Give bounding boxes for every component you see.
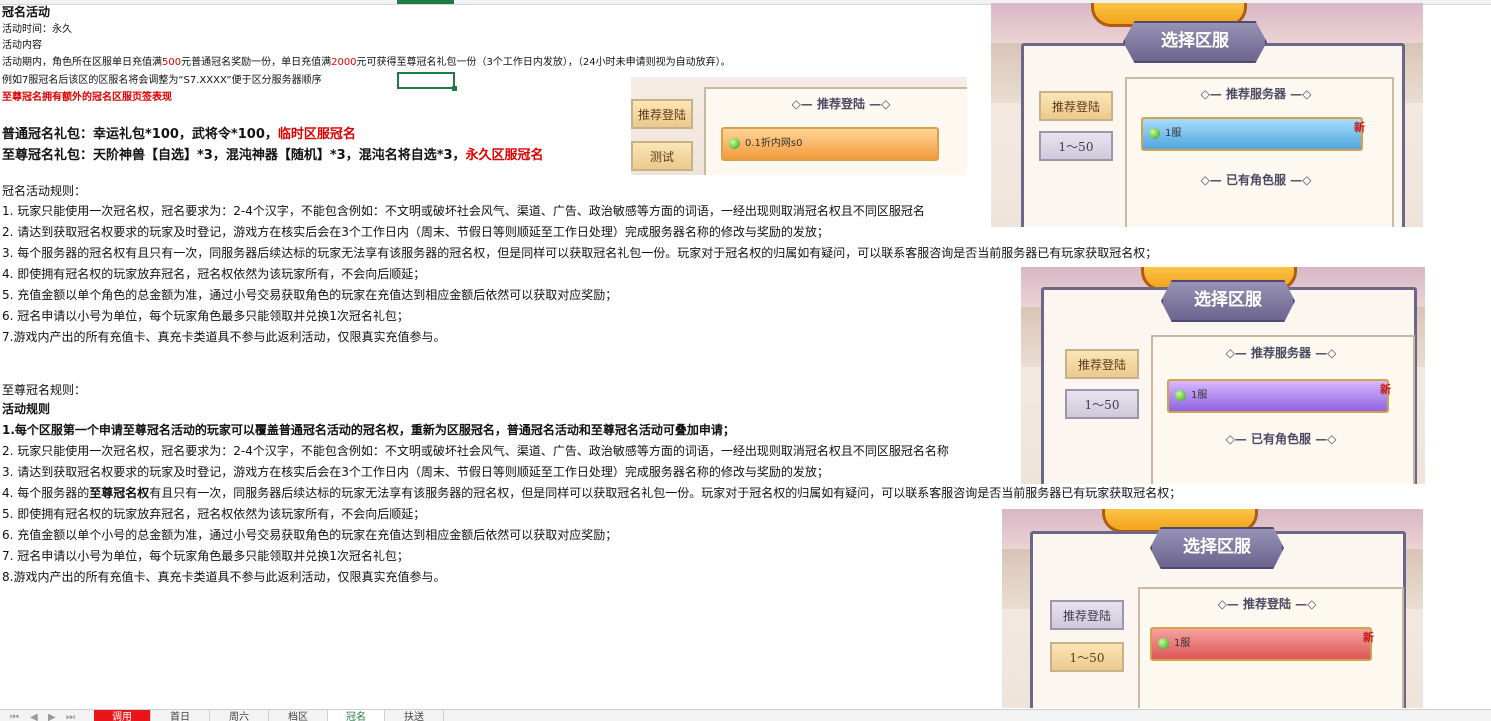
content-label: 活动内容 — [2, 40, 42, 51]
server-entry: 1服新 — [1167, 379, 1391, 413]
new-badge: 新 — [1363, 631, 1374, 644]
rules2-item: 7. 冠名申请以小号为单位，每个玩家角色最多只能领取并兑换1次冠名礼包； — [2, 549, 409, 563]
screenshot-server-select-3: 选择区服 推荐登陆 1～50 ◇— 推荐登陆 —◇ 1服新 — [1002, 509, 1423, 708]
range-button: 1～50 — [1050, 642, 1124, 672]
sheet-tab-active[interactable]: 冠名 — [328, 710, 385, 721]
test-button: 测试 — [631, 141, 693, 171]
new-badge: 新 — [1354, 121, 1365, 134]
first-sheet-arrow-icon[interactable]: ⏮ — [10, 710, 19, 721]
rules1-item: 4. 即使拥有冠名权的玩家放弃冠名，冠名权依然为该玩家所有，不会向后顺延； — [2, 267, 426, 281]
rules2-title: 至尊冠名规则： — [2, 383, 87, 397]
range-button: 1～50 — [1065, 389, 1139, 419]
rules1-item: 3. 每个服务器的冠名权有且只有一次，同服务器后续达标的玩家无法享有该服务器的冠… — [2, 246, 1158, 260]
rules1-item: 5. 充值金额以单个角色的总金额为准，通过小号交易获取角色的玩家在充值达到相应金… — [2, 288, 618, 302]
status-dot-icon — [1158, 638, 1169, 649]
rules2-item: 5. 即使拥有冠名权的玩家放弃冠名，冠名权依然为该玩家所有，不会向后顺延； — [2, 507, 426, 521]
existing-role-heading: ◇— 已有角色服 —◇ — [1225, 432, 1337, 446]
rules1-title: 冠名活动规则： — [2, 184, 87, 198]
normal-gift-line: 普通冠名礼包：幸运礼包*100，武将令*100，临时区服冠名 — [2, 127, 356, 142]
range-button: 1～50 — [1039, 131, 1113, 161]
dialog-title: 选择区服 — [1150, 527, 1284, 569]
new-badge: 新 — [1380, 383, 1391, 396]
recommend-login-button: 推荐登陆 — [631, 99, 693, 129]
activity-description: 活动期内，角色所在区服单日充值满500元普通冠名奖励一份，单日充值满2000元可… — [2, 57, 731, 68]
selected-column-marker — [397, 0, 454, 4]
screenshot-server-select-2: 选择区服 推荐登陆 1～50 ◇— 推荐服务器 —◇ 1服新 ◇— 已有角色服 … — [1021, 267, 1425, 484]
last-sheet-arrow-icon[interactable]: ⏭ — [66, 710, 75, 721]
prev-sheet-arrow-icon[interactable]: ◀ — [30, 710, 38, 721]
dialog-title: 选择区服 — [1161, 280, 1295, 322]
server-entry: 1服新 — [1141, 117, 1365, 151]
rules2-item: 3. 请达到获取冠名权要求的玩家及时登记，游戏方在核实后会在3个工作日内（周末、… — [2, 465, 829, 479]
sheet-tab[interactable]: 档区 — [269, 710, 328, 721]
selected-cell[interactable] — [397, 72, 457, 91]
status-dot-icon — [1175, 390, 1186, 401]
dialog-title: 选择区服 — [1123, 21, 1267, 63]
recommend-heading: ◇— 推荐登陆 —◇ — [1217, 597, 1317, 611]
rules2-first-item: 1.每个区服第一个申请至尊冠名活动的玩家可以覆盖普通冠名活动的冠名权，重新为区服… — [2, 423, 735, 437]
rules2-subtitle: 活动规则 — [2, 402, 51, 416]
supreme-gift-line: 至尊冠名礼包：天阶神兽【自选】*3，混沌神器【随机】*3，混沌名将自选*3，永久… — [2, 148, 544, 163]
screenshot-login-panel: 推荐登陆 测试 ◇— 推荐登陆 —◇ 0.1折内网s0 — [631, 77, 967, 175]
recommend-login-button: 推荐登陆 — [1065, 349, 1139, 379]
example-note: 例如7服冠名后该区的区服名将会调整为“S7.XXXX”便于区分服务器顺序 — [2, 75, 322, 86]
server-entry: 0.1折内网s0 — [721, 127, 939, 161]
recommend-login-button: 推荐登陆 — [1050, 600, 1124, 630]
sheet-tab[interactable]: 首日 — [151, 710, 210, 721]
server-entry: 1服新 — [1150, 627, 1374, 661]
rules2-item: 8.游戏内产出的所有充值卡、真充卡类道具不参与此返利活动，仅限真实充值参与。 — [2, 570, 446, 584]
red-note: 至尊冠名拥有额外的冠名区服页签表现 — [2, 92, 172, 103]
recommend-login-button: 推荐登陆 — [1039, 91, 1113, 121]
sheet-tab-bar: ⏮ ◀ ▶ ⏭ 调用 首日 周六 档区 冠名 扶送 — [0, 709, 1491, 721]
sheet-tab[interactable]: 周六 — [210, 710, 269, 721]
next-sheet-arrow-icon[interactable]: ▶ — [48, 710, 56, 721]
page-title: 冠名活动 — [2, 5, 51, 19]
screenshot-server-select-1: 选择区服 推荐登陆 1～50 ◇— 推荐服务器 —◇ 1服新 ◇— 已有角色服 … — [991, 3, 1423, 227]
rules1-item: 6. 冠名申请以小号为单位，每个玩家角色最多只能领取并兑换1次冠名礼包； — [2, 309, 409, 323]
rules2-item: 6. 充值金额以单个小号的总金额为准，通过小号交易获取角色的玩家在充值达到相应金… — [2, 528, 618, 542]
rules1-item: 2. 请达到获取冠名权要求的玩家及时登记，游戏方在核实后会在3个工作日内（周末、… — [2, 225, 829, 239]
recommend-heading: ◇— 推荐登陆 —◇ — [791, 97, 891, 111]
rules2-item: 4. 每个服务器的至尊冠名权有且只有一次，同服务器后续达标的玩家无法享有该服务器… — [2, 486, 1182, 500]
activity-time: 活动时间：永久 — [2, 24, 72, 35]
sheet-tab[interactable]: 调用 — [94, 710, 151, 721]
recommend-heading: ◇— 推荐服务器 —◇ — [1225, 346, 1337, 360]
status-dot-icon — [1149, 128, 1160, 139]
rules2-item: 2. 玩家只能使用一次冠名权，冠名要求为：2-4个汉字，不能包含例如：不文明或破… — [2, 444, 949, 458]
sheet-tab[interactable]: 扶送 — [385, 710, 444, 721]
rules1-item: 1. 玩家只能使用一次冠名权，冠名要求为：2-4个汉字，不能包含例如：不文明或破… — [2, 204, 925, 218]
recommend-heading: ◇— 推荐服务器 —◇ — [1200, 87, 1312, 101]
rules1-item: 7.游戏内产出的所有充值卡、真充卡类道具不参与此返利活动，仅限真实充值参与。 — [2, 330, 446, 344]
existing-role-heading: ◇— 已有角色服 —◇ — [1200, 173, 1312, 187]
status-dot-icon — [729, 138, 740, 149]
